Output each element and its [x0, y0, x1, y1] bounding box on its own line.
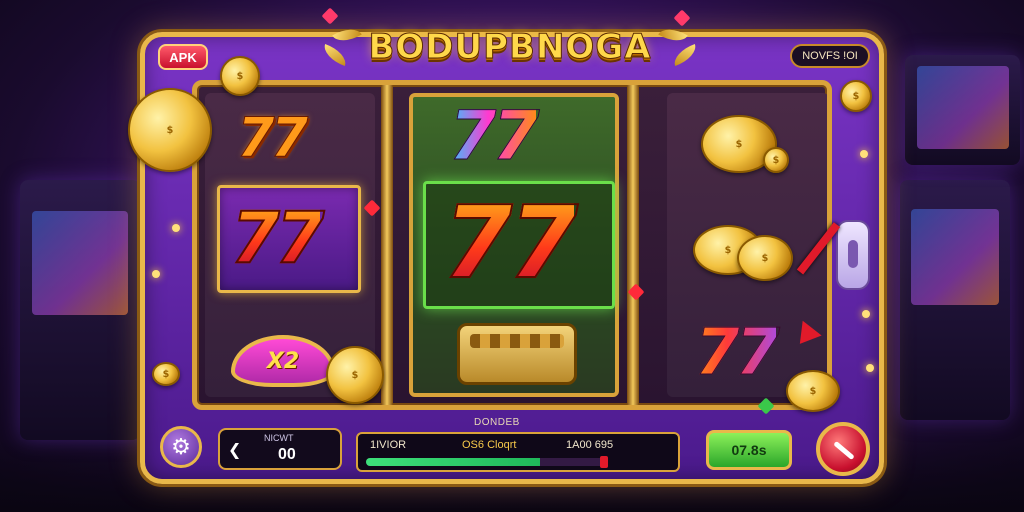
top-right-badge: NOVFS !OI: [790, 44, 870, 68]
gold-coin-icon: [840, 80, 872, 112]
gem-icon: [321, 7, 339, 25]
reel-area: 77 77 X2 77 77 77: [192, 80, 832, 410]
stop-button[interactable]: [816, 422, 870, 476]
gold-coin-icon: [152, 362, 180, 386]
seven-symbol: 77: [230, 197, 325, 279]
progress-panel: 1IVIOR OS6 Cloqrt 1A00 695: [356, 432, 680, 472]
sparkle-icon: [862, 310, 870, 318]
arcade-cabinet-right: [900, 180, 1010, 420]
treasure-chest-symbol: [457, 323, 577, 385]
side-lever-handle[interactable]: [836, 220, 870, 290]
sparkle-icon: [860, 150, 868, 158]
seven-symbol: 77: [442, 184, 579, 301]
chevron-left-icon[interactable]: ❮: [228, 440, 241, 459]
reel-divider: [381, 85, 393, 405]
arcade-screen-right-top: [905, 55, 1020, 165]
gold-coin-symbol: [737, 235, 793, 281]
progress-bar-track: [366, 458, 608, 466]
game-title: BODUPBNOGA: [368, 27, 652, 68]
arcade-cabinet-left: [20, 180, 140, 440]
progress-mid-text: OS6 Cloqrt: [462, 439, 517, 451]
gold-coin-icon: [786, 370, 840, 412]
progress-heading: DONDEB: [474, 417, 520, 428]
bet-value: 00: [278, 446, 296, 463]
progress-left-text: 1IVIOR: [370, 439, 407, 451]
settings-button[interactable]: ⚙: [160, 426, 202, 468]
sparkle-icon: [172, 224, 180, 232]
bet-label: NICWT: [264, 433, 294, 443]
gold-coin-icon: [220, 56, 260, 96]
seven-symbol: 77: [236, 106, 308, 169]
big-gold-coin-icon: [128, 88, 212, 172]
gold-coin-icon: [763, 147, 789, 173]
apk-badge[interactable]: APK: [158, 44, 208, 70]
progress-bar-fill: [366, 458, 541, 466]
sparkle-icon: [152, 270, 160, 278]
progress-right-text: 1A00 695: [566, 439, 614, 451]
sparkle-icon: [866, 364, 874, 372]
seven-symbol: 77: [694, 316, 780, 390]
progress-bar-marker: [600, 456, 608, 468]
spin-button[interactable]: 07.8s: [706, 430, 792, 470]
bet-panel[interactable]: ❮ NICWT 00: [218, 428, 342, 470]
gold-coin-icon: [326, 346, 384, 404]
gear-icon: ⚙: [171, 434, 191, 460]
seven-symbol: 77: [449, 97, 541, 176]
game-title-plate: BODUPBNOGA: [320, 18, 700, 76]
reel-divider: [627, 85, 639, 405]
